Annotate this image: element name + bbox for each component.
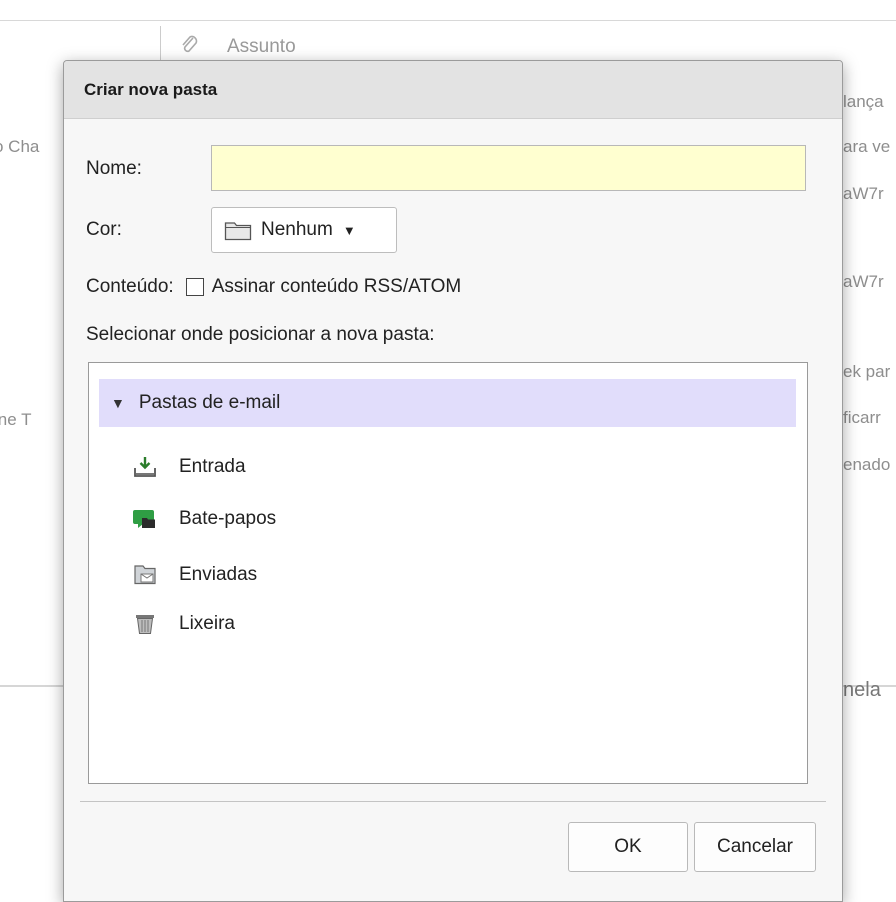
background-preview: ek par: [843, 362, 891, 381]
expand-triangle-icon[interactable]: ▼: [111, 395, 125, 411]
background-preview: ficarr: [843, 408, 881, 427]
subject-column-header[interactable]: Assunto: [227, 36, 296, 58]
content-row: Conteúdo: Assinar conteúdo RSS/ATOM: [86, 276, 461, 298]
color-label: Cor:: [86, 219, 122, 240]
dialog-title: Criar nova pasta: [64, 61, 842, 119]
tree-item-sent[interactable]: Enviadas: [133, 563, 257, 587]
background-preview: lança: [843, 92, 884, 111]
folder-icon: [224, 222, 252, 241]
attachment-icon[interactable]: [178, 34, 200, 56]
background-preview: aW7r: [843, 184, 884, 203]
background-text: nela: [843, 679, 881, 701]
chevron-down-icon: ▼: [342, 222, 356, 238]
location-label: Selecionar onde posicionar a nova pasta:: [86, 324, 435, 345]
tree-item-inbox[interactable]: Entrada: [133, 455, 246, 479]
color-dropdown-value: Nenhum: [261, 219, 333, 240]
background-preview: aW7r: [843, 272, 884, 291]
background-sender: ine T: [0, 410, 32, 429]
folder-name-input[interactable]: [211, 145, 806, 191]
name-label: Nome:: [86, 158, 142, 179]
ok-button[interactable]: OK: [568, 822, 688, 872]
chat-icon: [133, 510, 155, 528]
tree-item-label: Lixeira: [179, 613, 235, 634]
color-dropdown[interactable]: Nenhum ▼: [211, 207, 397, 253]
tree-item-label: Bate-papos: [179, 508, 277, 529]
folder-tree[interactable]: ▼ Pastas de e-mail Entrada Bate-papos En…: [88, 362, 808, 784]
rss-checkbox-label[interactable]: Assinar conteúdo RSS/ATOM: [212, 276, 462, 298]
button-separator: [80, 801, 826, 802]
background-sender: o Cha: [0, 137, 40, 156]
rss-checkbox[interactable]: [185, 278, 204, 296]
tree-item-trash[interactable]: Lixeira: [133, 612, 235, 636]
tree-item-label: Entrada: [179, 456, 246, 477]
inbox-icon: [134, 457, 156, 477]
background-preview: ara ve: [843, 137, 891, 156]
cancel-button[interactable]: Cancelar: [694, 822, 816, 872]
sent-icon: [134, 565, 156, 585]
tree-item-label: Enviadas: [179, 564, 258, 585]
tree-root-mail-folders[interactable]: ▼ Pastas de e-mail: [99, 379, 796, 427]
tree-item-chats[interactable]: Bate-papos: [133, 507, 276, 531]
trash-icon: [136, 615, 154, 634]
background-preview: enado: [843, 455, 891, 474]
create-folder-dialog: Criar nova pasta Nome: Cor: Nenhum ▼ Con…: [63, 60, 843, 902]
content-label: Conteúdo:: [86, 276, 174, 297]
tree-root-label: Pastas de e-mail: [138, 392, 281, 413]
